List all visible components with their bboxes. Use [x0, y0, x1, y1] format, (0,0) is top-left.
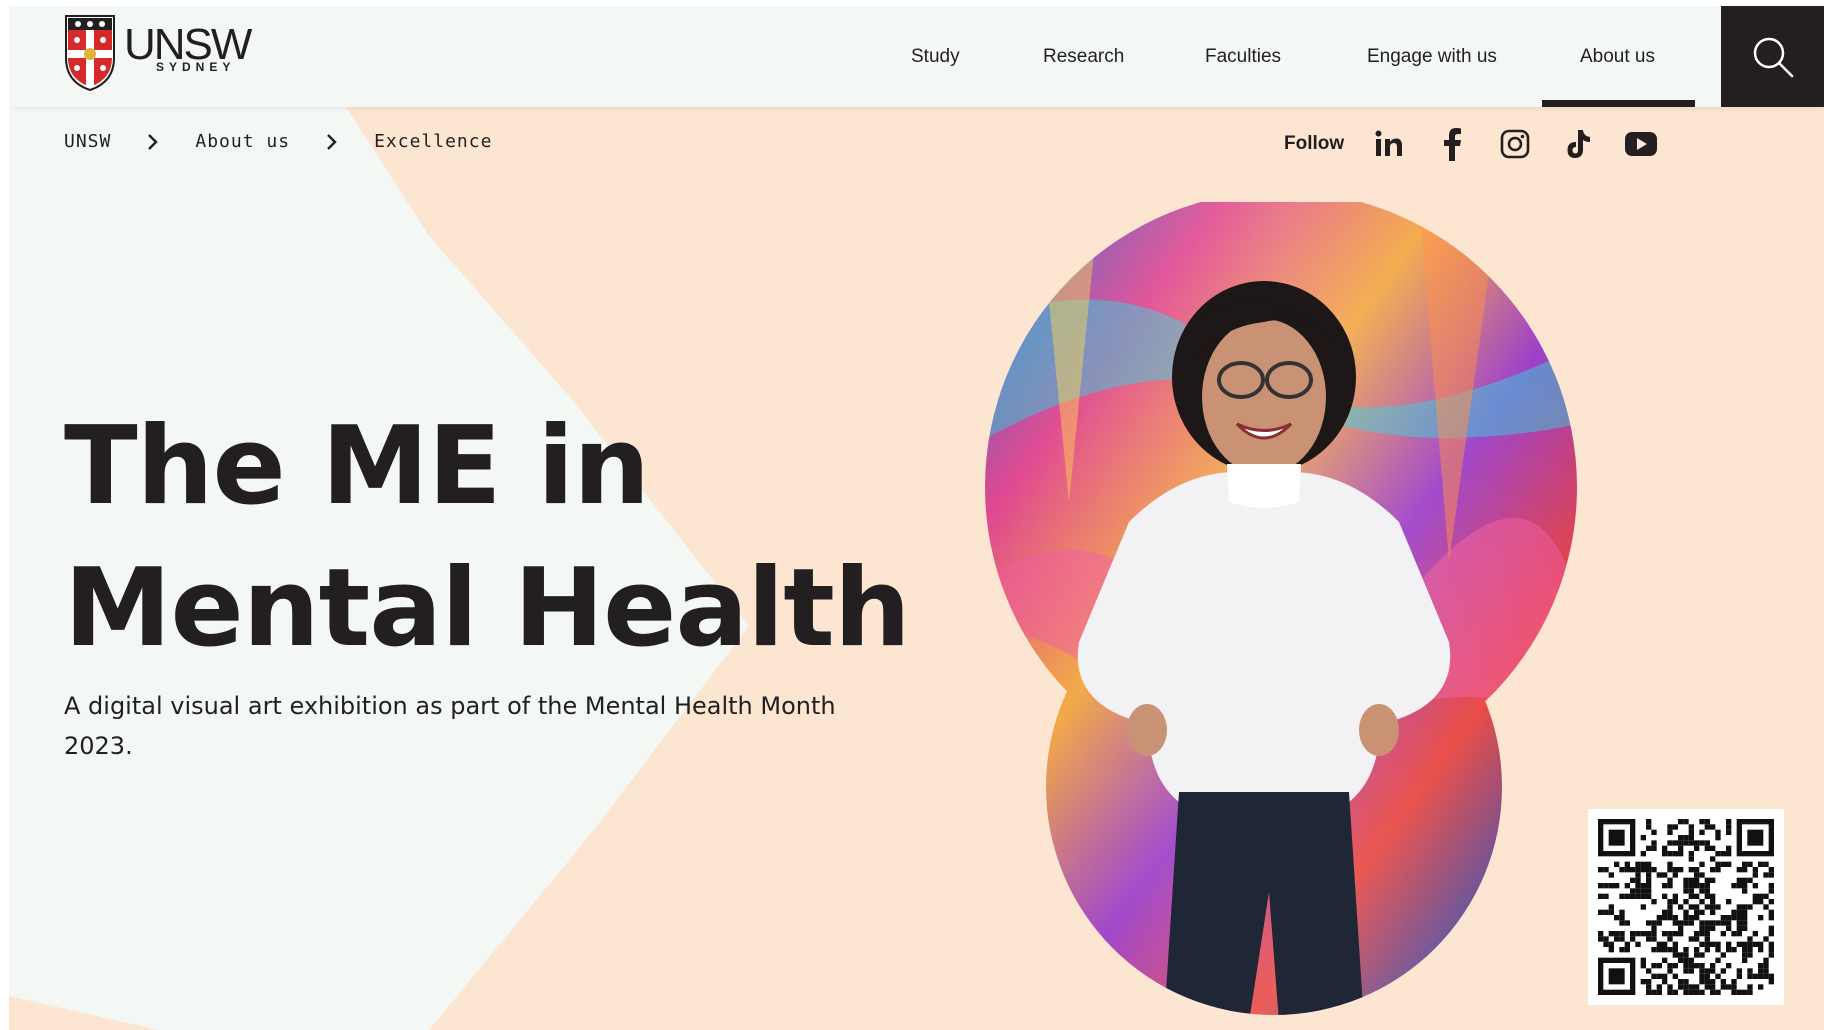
chevron-right-icon [147, 133, 159, 151]
hero-image [985, 202, 1577, 1015]
nav-study[interactable]: Study [911, 6, 960, 107]
site-header: UNSW SYDNEY Study Research Faculties Eng… [9, 6, 1824, 107]
breadcrumb: UNSW About us Excellence [64, 131, 492, 152]
nav-about-us[interactable]: About us [1542, 6, 1695, 107]
follow-label: Follow [1284, 133, 1345, 154]
search-button[interactable] [1721, 6, 1824, 107]
breadcrumb-unsw[interactable]: UNSW [64, 131, 111, 152]
breadcrumb-about-us[interactable]: About us [195, 131, 290, 152]
social-links: Follow [1284, 124, 1687, 164]
facebook-icon[interactable] [1435, 127, 1469, 161]
hero-title-line-1: The ME in [64, 404, 650, 529]
nav-research[interactable]: Research [1043, 6, 1124, 107]
youtube-icon[interactable] [1624, 127, 1658, 161]
unsw-logo[interactable]: UNSW SYDNEY [64, 10, 274, 92]
tiktok-icon[interactable] [1561, 127, 1595, 161]
instagram-icon[interactable] [1498, 127, 1532, 161]
hero-subtitle: A digital visual art exhibition as part … [64, 692, 836, 760]
linkedin-icon[interactable] [1372, 127, 1406, 161]
breadcrumb-excellence: Excellence [374, 131, 493, 152]
hero-title-line-2: Mental Health [64, 546, 911, 671]
search-icon [1753, 37, 1793, 77]
qr-code-icon [1598, 819, 1774, 995]
chevron-right-icon [326, 133, 338, 151]
logo-wordmark-sub: SYDNEY [156, 60, 236, 74]
page-frame: UNSW SYDNEY Study Research Faculties Eng… [9, 6, 1824, 1030]
hero-title: The ME in Mental Health [64, 396, 964, 680]
nav-engage-with-us[interactable]: Engage with us [1367, 6, 1497, 107]
unsw-crest-icon [65, 15, 115, 92]
nav-faculties[interactable]: Faculties [1205, 6, 1281, 107]
qr-code[interactable] [1588, 809, 1784, 1005]
